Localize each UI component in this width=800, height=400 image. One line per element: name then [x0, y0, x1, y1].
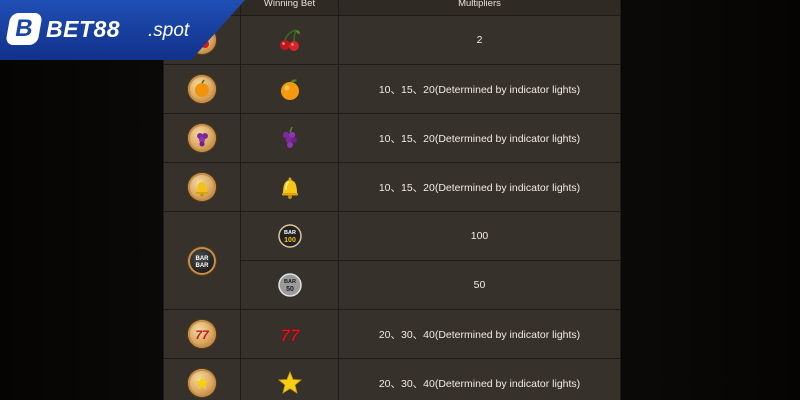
- winning-bet-cell: [240, 162, 339, 212]
- cherry-icon: [277, 29, 303, 51]
- table-row: 10、15、20(Determined by indicator lights): [163, 64, 621, 114]
- seven-coin-icon: 77: [188, 320, 216, 348]
- brand-banner[interactable]: B BET88 .spot: [0, 0, 245, 60]
- bar-100-number: 100: [284, 237, 296, 244]
- coin-cell: [163, 162, 241, 212]
- orange-icon: [277, 79, 303, 100]
- seven-icon: 77: [277, 326, 303, 346]
- winning-bet-cell: BAR 100: [240, 211, 339, 261]
- bar-coin-label-bottom: BAR: [196, 263, 210, 269]
- winning-bet-cell: BAR 50: [240, 260, 339, 310]
- brand-logo-icon: B: [5, 13, 43, 45]
- multiplier-cell: 10、15、20(Determined by indicator lights): [338, 162, 621, 212]
- multiplier-cell: 20、30、40(Determined by indicator lights): [338, 358, 621, 400]
- coin-cell: [163, 113, 241, 163]
- seven-coin-glyph: 77: [195, 328, 210, 342]
- coin-cell: [163, 64, 241, 114]
- table-row: 20、30、40(Determined by indicator lights): [163, 358, 621, 400]
- winning-bet-cell: [240, 15, 339, 65]
- bar-50-number: 50: [286, 286, 294, 293]
- coin-cell: BAR BAR: [163, 211, 241, 310]
- bar-100-icon: BAR 100: [277, 224, 303, 248]
- grape-icon: [277, 126, 303, 148]
- bell-icon: [277, 177, 303, 199]
- coin-cell: 77: [163, 309, 241, 359]
- payout-table: Winning Bet Multipliers 2 10、15、20(Deter…: [163, 0, 621, 400]
- winning-bet-cell: [240, 113, 339, 163]
- brand-name: BET88: [46, 16, 121, 42]
- seven-glyph: 77: [280, 326, 300, 345]
- orange-coin-icon: [188, 75, 216, 103]
- star-icon: [277, 370, 303, 394]
- brand-suffix: .spot: [148, 20, 190, 41]
- bell-coin-icon: [188, 173, 216, 201]
- table-row: 10、15、20(Determined by indicator lights): [163, 162, 621, 212]
- winning-bet-cell: [240, 64, 339, 114]
- bar-100-label: BAR: [284, 230, 296, 236]
- coin-cell: [163, 358, 241, 400]
- table-row: 10、15、20(Determined by indicator lights): [163, 113, 621, 163]
- winning-bet-cell: 77: [240, 309, 339, 359]
- winning-bet-cell: [240, 358, 339, 400]
- star-coin-icon: [188, 369, 216, 397]
- multiplier-cell: 2: [338, 15, 621, 65]
- bar-50-label: BAR: [284, 279, 296, 285]
- multiplier-cell: 100: [338, 211, 621, 261]
- bar-coin-label-top: BAR: [196, 256, 210, 262]
- multiplier-cell: 10、15、20(Determined by indicator lights): [338, 64, 621, 114]
- multiplier-cell: 50: [338, 260, 621, 310]
- grape-coin-icon: [188, 124, 216, 152]
- bar-coin-icon: BAR BAR: [188, 246, 216, 275]
- header-multipliers: Multipliers: [338, 0, 621, 16]
- header-winning-bet: Winning Bet: [240, 0, 339, 16]
- bar-50-icon: BAR 50: [277, 273, 303, 297]
- table-row: 77 77 20、30、40(Determined by indicator l…: [163, 309, 621, 359]
- multiplier-cell: 20、30、40(Determined by indicator lights): [338, 309, 621, 359]
- table-row: BAR BAR BAR 100 100: [163, 211, 621, 310]
- multiplier-cell: 10、15、20(Determined by indicator lights): [338, 113, 621, 163]
